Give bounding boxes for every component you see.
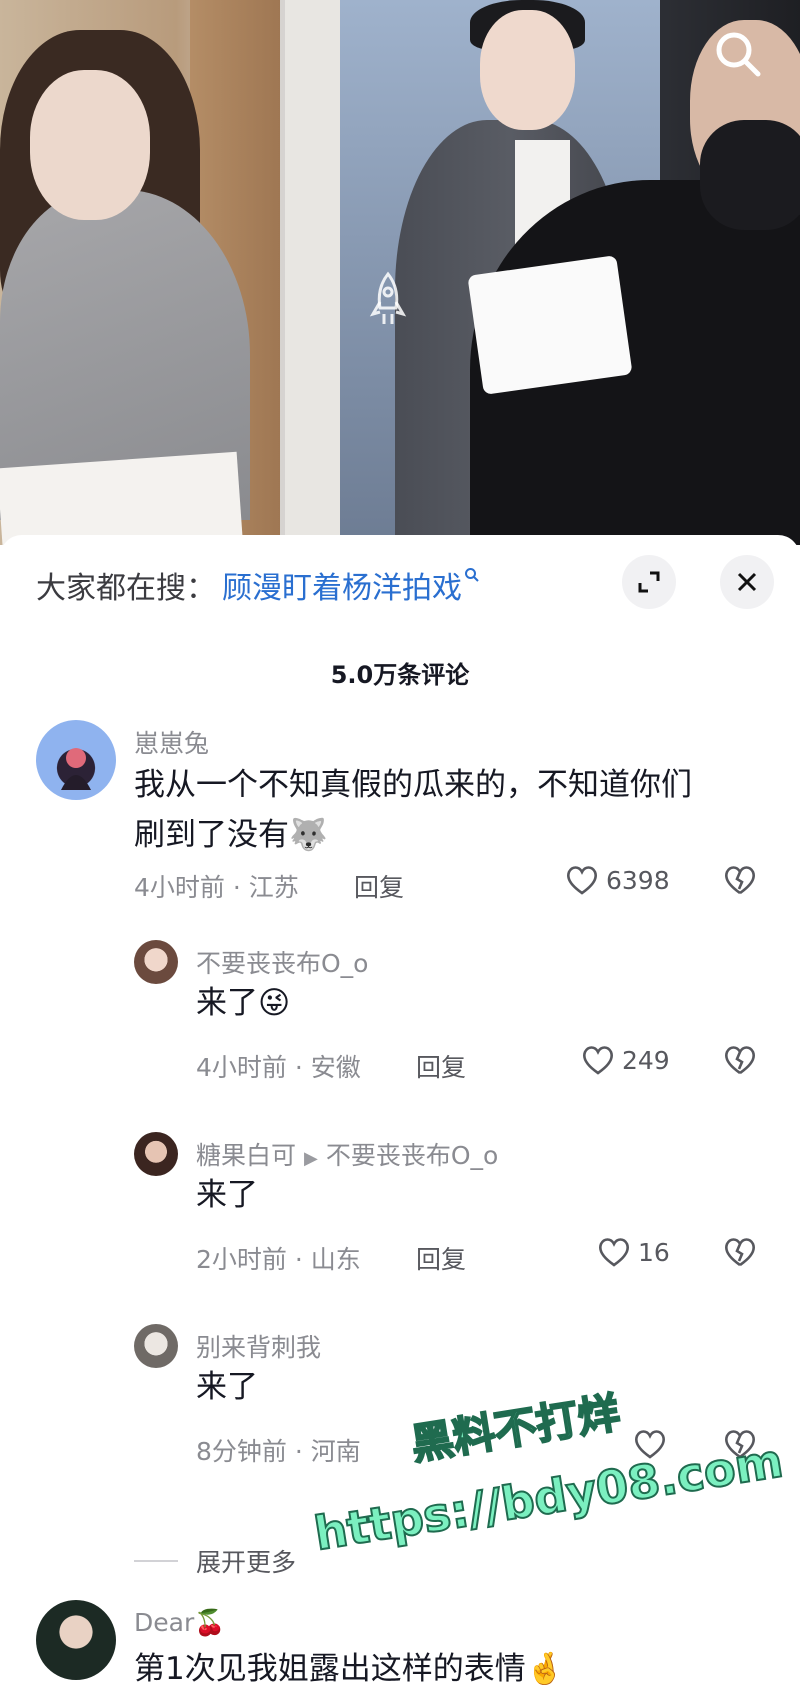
comment-meta: 8分钟前 · 河南 [196, 1437, 361, 1466]
username: Dear🍒 [134, 1608, 225, 1638]
video-background-frame [285, 0, 340, 545]
broken-heart-icon [725, 1238, 755, 1267]
expand-more-replies[interactable]: 展开更多 [134, 1543, 296, 1579]
avatar[interactable] [134, 1324, 178, 1368]
comment-text-part: 来了 [196, 985, 258, 1021]
reply-button[interactable]: 回复 [416, 1048, 466, 1084]
reply-button[interactable]: 回复 [416, 1240, 466, 1276]
video-person-face [30, 70, 150, 220]
expand-icon [638, 571, 660, 593]
video-pillow [467, 255, 633, 395]
comment-text-line: 刷到了没有🐺 [134, 810, 774, 860]
comment-text: 第1次见我姐露出这样的表情🤞 [134, 1644, 564, 1694]
avatar[interactable] [36, 720, 116, 800]
hot-search-bar: 大家都在搜： 顾漫盯着杨洋拍戏 [36, 563, 480, 607]
like-button[interactable]: 6398 [564, 862, 670, 898]
username-text[interactable]: Dear [134, 1608, 194, 1637]
like-count: 249 [622, 1045, 670, 1075]
comment-text: 来了 [196, 1369, 258, 1405]
username: 糖果白可 ▶ 不要丧丧布O_o [196, 1136, 498, 1172]
expand-button[interactable] [622, 555, 676, 609]
video-person-face [480, 10, 575, 130]
reply-target[interactable]: 不要丧丧布O_o [326, 1141, 498, 1170]
avatar[interactable] [134, 940, 178, 984]
wink-emoji-icon: 😜 [258, 985, 291, 1021]
dislike-button[interactable] [722, 1042, 758, 1078]
cherry-emoji-icon: 🍒 [194, 1608, 226, 1637]
heart-icon [567, 866, 597, 895]
comment-meta: 4小时前 · 江苏 [134, 873, 299, 902]
search-icon[interactable] [712, 28, 764, 80]
close-button[interactable] [720, 555, 774, 609]
expand-more-label: 展开更多 [196, 1548, 297, 1577]
like-button[interactable]: 16 [596, 1234, 670, 1270]
heart-icon [583, 1046, 613, 1075]
comment-text: 来了😜 [196, 978, 290, 1028]
rocket-icon [368, 270, 408, 330]
wolf-emoji-icon: 🐺 [289, 817, 328, 853]
reply-button[interactable]: 回复 [354, 868, 404, 904]
dislike-button[interactable] [722, 862, 758, 898]
comment-text-part: 刷到了没有 [134, 817, 289, 853]
hot-search-link[interactable]: 顾漫盯着杨洋拍戏 [222, 563, 462, 607]
avatar[interactable] [36, 1600, 116, 1680]
reply-arrow-icon: ▶ [304, 1148, 318, 1169]
reply-author[interactable]: 糖果白可 [196, 1141, 296, 1170]
video-script-paper [0, 451, 243, 545]
divider [134, 1560, 178, 1562]
comment-meta: 4小时前 · 安徽 [196, 1053, 361, 1082]
username[interactable]: 不要丧丧布O_o [196, 944, 368, 980]
comment-text-part: 第1次见我姐露出这样的表情 [134, 1651, 526, 1687]
username[interactable]: 崽崽兔 [134, 724, 209, 760]
like-count: 6398 [606, 865, 670, 895]
comment-count: 5.0万条评论 [330, 661, 470, 689]
broken-heart-icon [725, 866, 755, 895]
dislike-button[interactable] [722, 1234, 758, 1270]
hot-search-label: 大家都在搜： [36, 571, 216, 606]
broken-heart-icon [725, 1046, 755, 1075]
username[interactable]: 别来背刺我 [196, 1328, 321, 1364]
comment-text: 我从一个不知真假的瓜来的，不知道你们 刷到了没有🐺 [134, 760, 774, 860]
comment-text: 来了 [196, 1177, 258, 1213]
like-button[interactable]: 249 [580, 1042, 670, 1078]
heart-icon [599, 1238, 629, 1267]
comment-text-line: 我从一个不知真假的瓜来的，不知道你们 [134, 767, 692, 803]
fingers-crossed-emoji-icon: 🤞 [525, 1651, 565, 1687]
search-small-icon [464, 567, 480, 587]
like-count: 16 [638, 1237, 670, 1267]
video-player[interactable] [0, 0, 800, 545]
video-person-hood [700, 120, 800, 230]
close-icon [737, 572, 757, 592]
avatar[interactable] [134, 1132, 178, 1176]
comment-meta: 2小时前 · 山东 [196, 1245, 361, 1274]
